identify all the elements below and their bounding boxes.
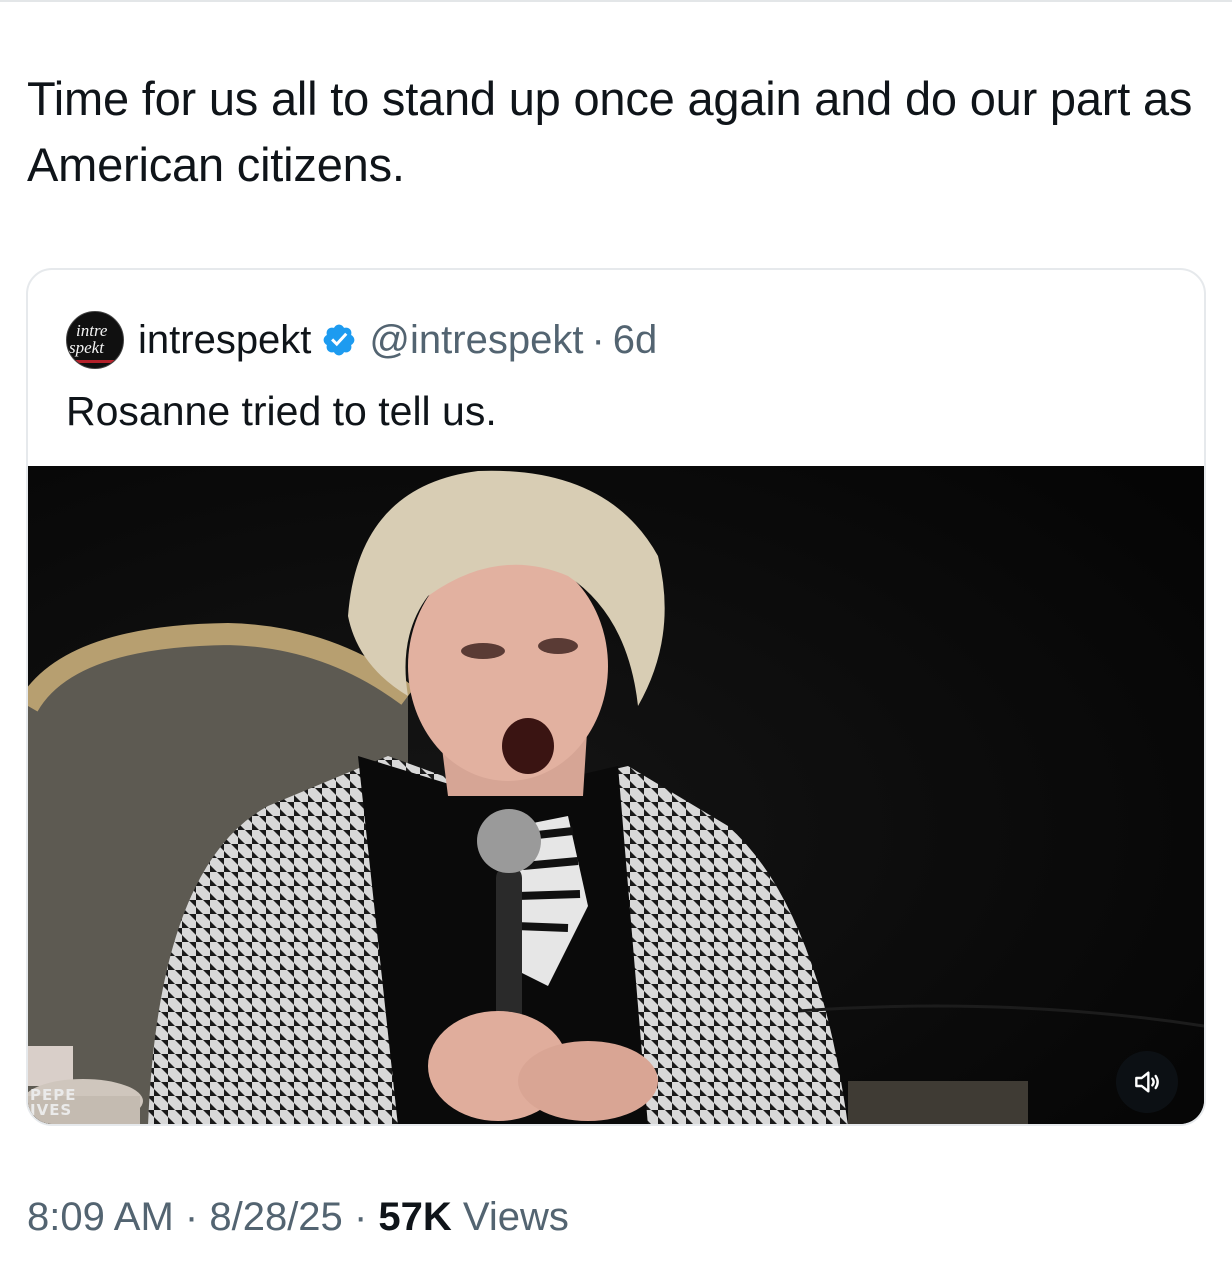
post-text: Time for us all to stand up once again a…	[27, 72, 1193, 191]
avatar[interactable]: intre spekt	[66, 311, 124, 369]
meta-separator: ·	[353, 1195, 368, 1239]
header-separator: ·	[591, 317, 605, 362]
post-metadata: 8:09 AM · 8/28/25 · 57K Views	[27, 1195, 569, 1240]
speaker-muted-icon	[1135, 1071, 1159, 1093]
views-label: Views	[462, 1195, 569, 1239]
meta-separator: ·	[184, 1195, 199, 1239]
watermark-line2: IVES	[30, 1101, 73, 1119]
post-time[interactable]: 8:09 AM	[27, 1195, 174, 1239]
author-name[interactable]: intrespekt	[138, 318, 311, 363]
quoted-post-card[interactable]: intre spekt intrespekt @intrespekt · 6d …	[26, 268, 1206, 1126]
video-player[interactable]: PEPE IVES	[28, 466, 1204, 1124]
mute-button[interactable]	[1116, 1051, 1178, 1113]
verified-badge-icon	[324, 324, 355, 356]
top-divider	[0, 0, 1232, 2]
quoted-post-header: intre spekt intrespekt @intrespekt · 6d	[66, 311, 658, 369]
views-count: 57K	[378, 1195, 452, 1239]
post-date[interactable]: 8/28/25	[209, 1195, 342, 1239]
post-time-ago[interactable]: 6d	[613, 318, 658, 363]
quoted-post-text: Rosanne tried to tell us.	[66, 388, 497, 434]
avatar-accent-line	[75, 360, 115, 363]
avatar-text-line1: intre	[76, 321, 108, 340]
video-frame	[28, 466, 1204, 1124]
video-watermark: PEPE IVES	[30, 1088, 76, 1118]
avatar-text-line2: spekt	[69, 338, 104, 357]
author-handle[interactable]: @intrespekt	[369, 318, 583, 363]
